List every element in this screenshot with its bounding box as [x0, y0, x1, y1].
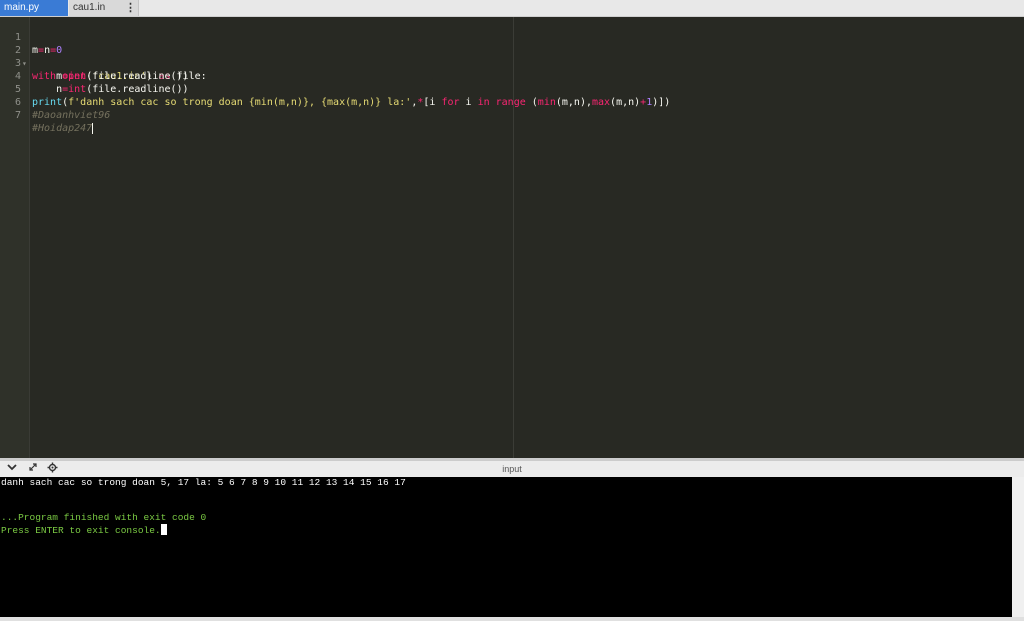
- code-line[interactable]: 7 #Hoidap247: [0, 96, 1024, 134]
- editor-tab-bar: main.py cau1.in ⋮: [0, 0, 1024, 17]
- code-line[interactable]: 6 #Daoanhviet96: [0, 83, 1024, 121]
- chevron-down-icon[interactable]: [7, 462, 17, 476]
- exit-code-message: ...Program finished with exit code 0: [1, 512, 207, 523]
- code-editor[interactable]: 1 m=n=0 2 ▾ with open('cau1.in') as file…: [0, 17, 1024, 458]
- terminal-cursor: [160, 524, 167, 535]
- code-line[interactable]: 3 m=int(file.readline()): [0, 44, 1024, 82]
- code-line[interactable]: 2 ▾ with open('cau1.in') as file:: [0, 31, 1024, 82]
- code-line[interactable]: 4 n=int(file.readline()): [0, 57, 1024, 95]
- code-comment: #Hoidap247: [32, 123, 94, 134]
- console-scrollbar[interactable]: [1012, 477, 1024, 617]
- vertical-ellipsis-icon[interactable]: ⋮: [125, 0, 136, 16]
- console-output[interactable]: danh sach cac so trong doan 5, 17 la: 5 …: [0, 477, 1012, 617]
- expand-icon[interactable]: [28, 462, 38, 476]
- code-line[interactable]: 1 m=n=0: [0, 18, 1024, 56]
- console-toolbar: input: [0, 461, 1024, 478]
- console-title: input: [502, 464, 522, 474]
- press-enter-message: Press ENTER to exit console.: [1, 525, 161, 536]
- window-bottom-edge: [0, 617, 1024, 621]
- code-comment: #Daoanhviet96: [32, 110, 111, 121]
- settings-icon[interactable]: [47, 462, 58, 476]
- console-line-prompt: Press ENTER to exit console.: [1, 524, 167, 537]
- console-output-line: danh sach cac so trong doan 5, 17 la: 5 …: [1, 477, 406, 488]
- code-line[interactable]: 5 print(f'danh sach cac so trong doan {m…: [0, 70, 1024, 108]
- line-number: 7: [14, 110, 21, 121]
- tab-main-py[interactable]: main.py: [0, 0, 68, 16]
